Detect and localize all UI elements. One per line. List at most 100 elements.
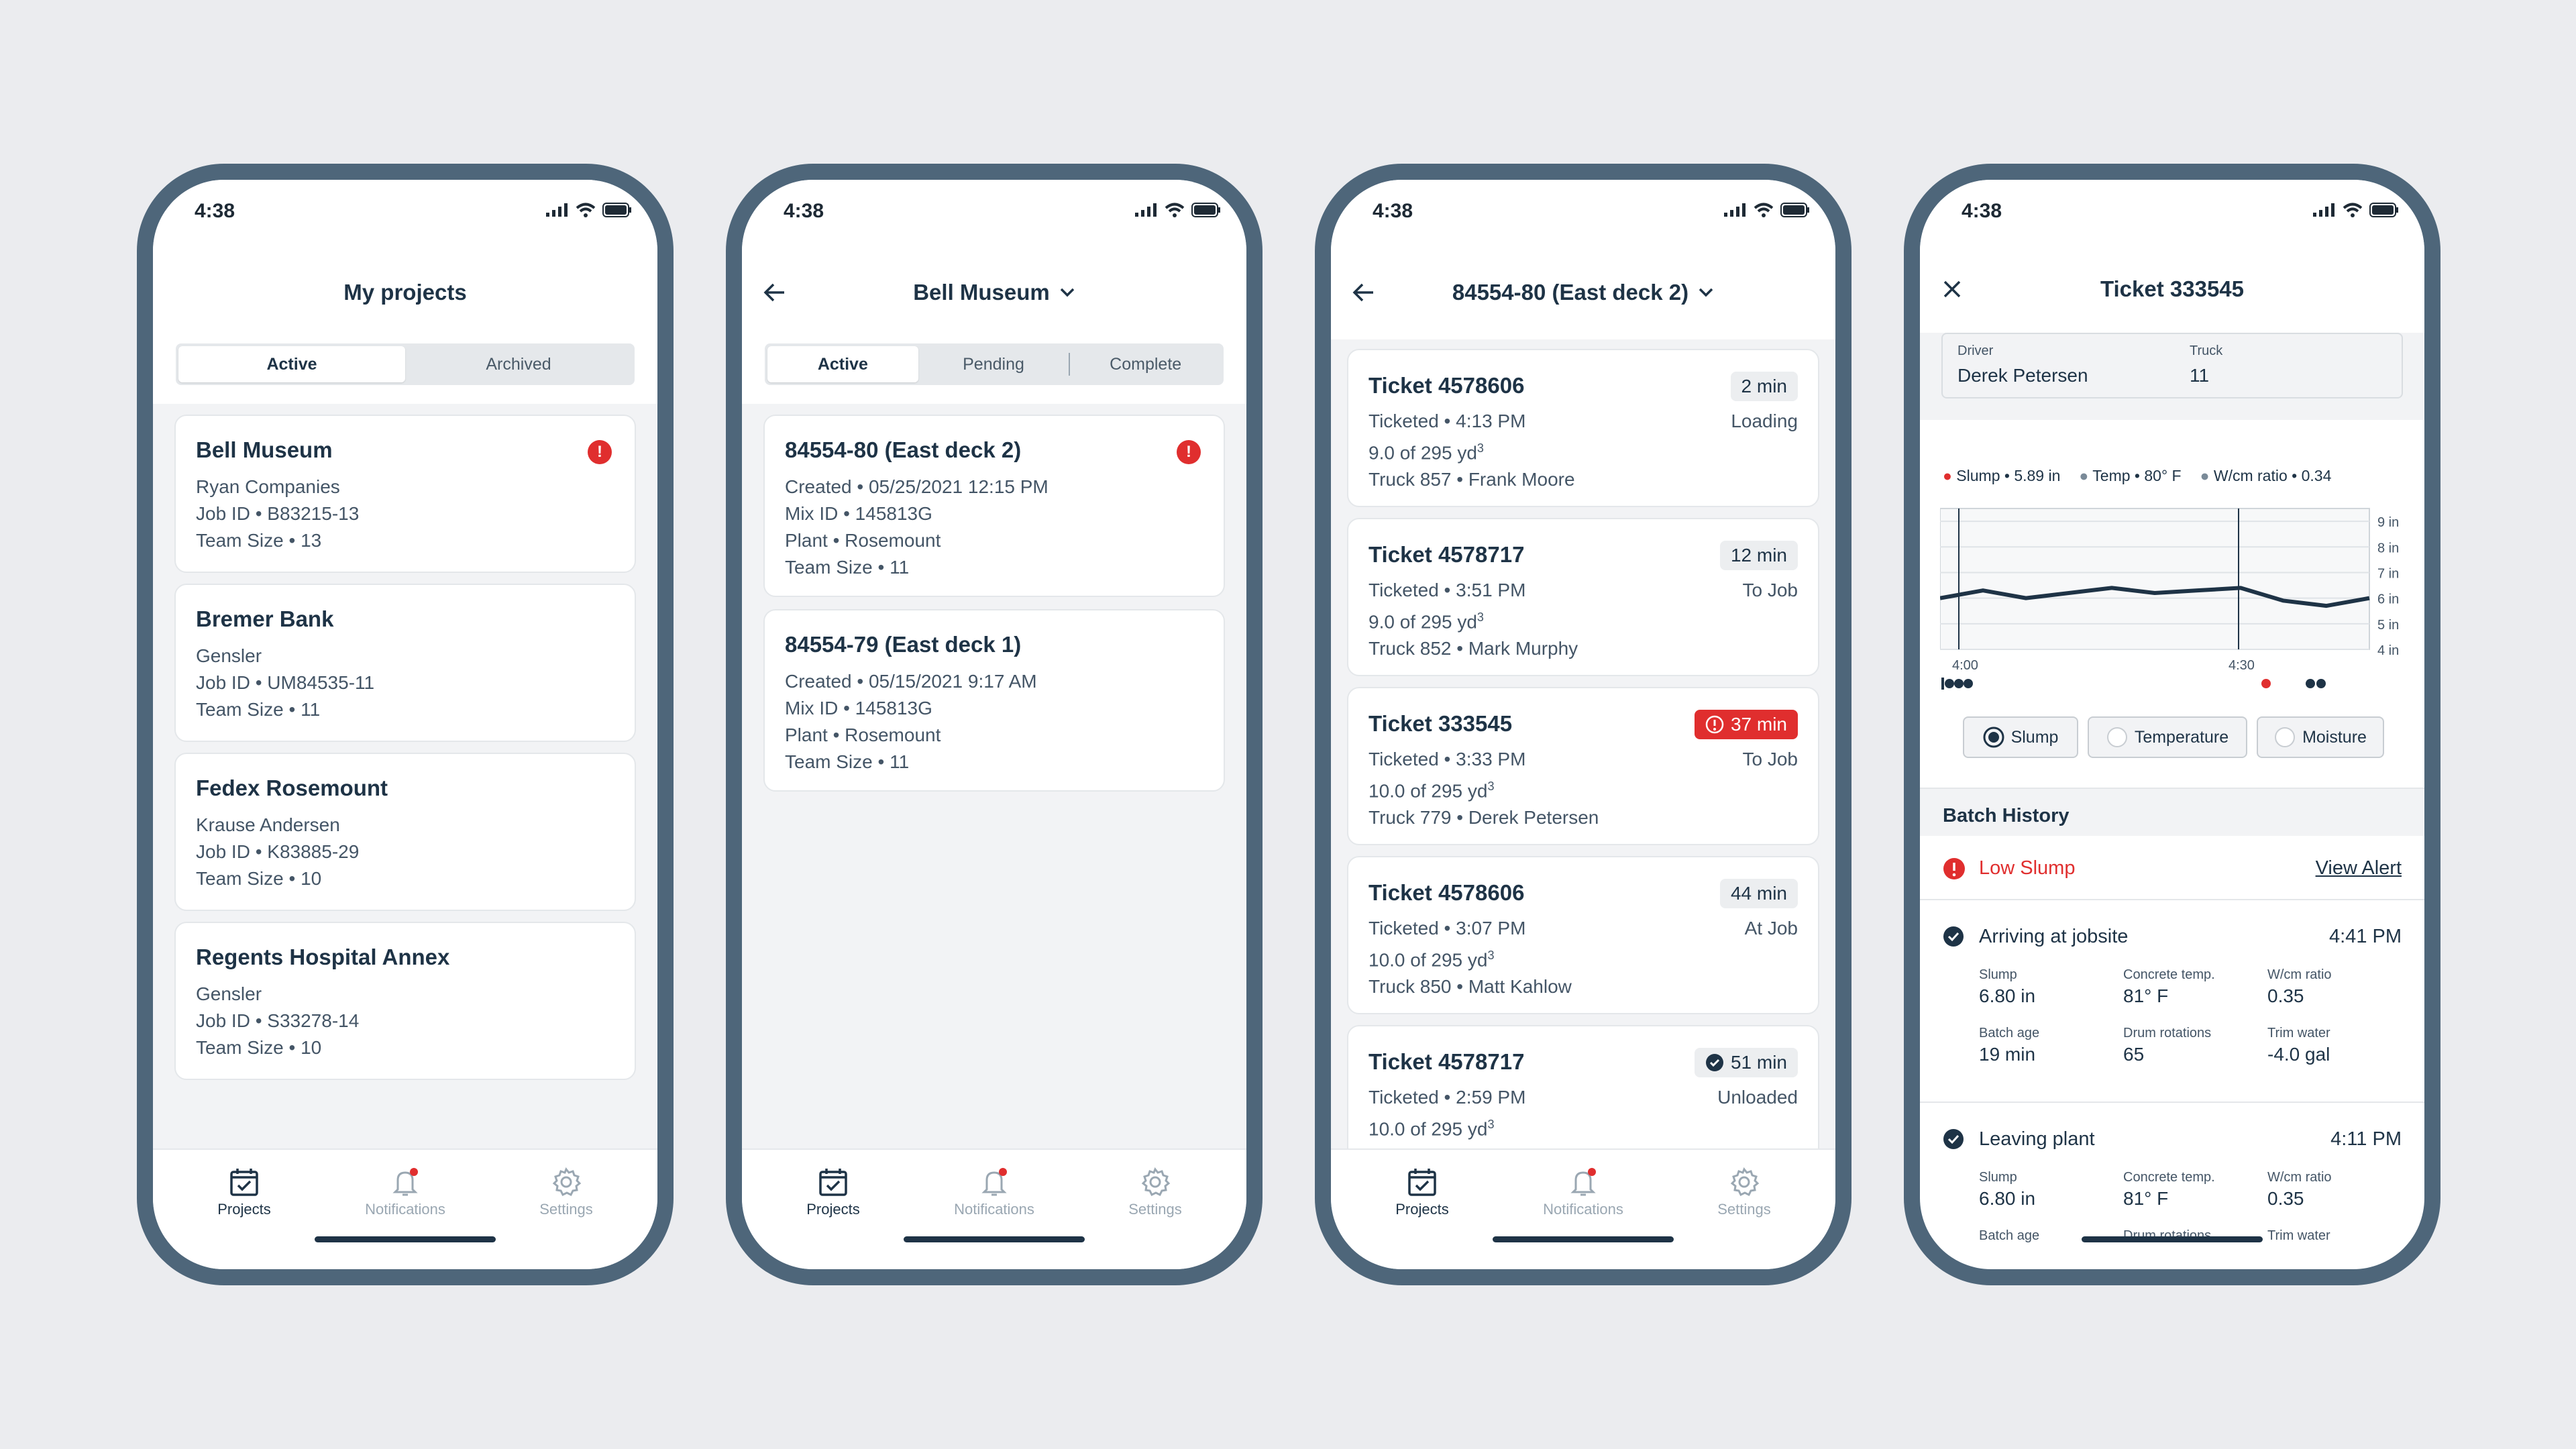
ticket-card[interactable]: Ticket 4578717 Ticketed • 3:51 PM 9.0 of…	[1347, 518, 1819, 676]
tab-notifications[interactable]: Notifications	[947, 1163, 1041, 1218]
page-title: 84554-80 (East deck 2)	[1452, 280, 1689, 305]
status-bar: 4:38	[742, 180, 1246, 246]
check-circle-icon	[1943, 1129, 1964, 1149]
project-company: Gensler	[196, 983, 262, 1004]
tab-pending[interactable]: Pending	[918, 346, 1069, 382]
screen: 4:38 84554-80 (East deck 2) Ticket 45786…	[1331, 180, 1835, 1269]
truck-label: Truck	[2190, 343, 2223, 358]
metric-value: 65	[2123, 1044, 2145, 1065]
project-job-id: Job ID • K83885-29	[196, 841, 360, 862]
chart-y-tick-label: 5 in	[2377, 618, 2399, 633]
tab-projects[interactable]: Projects	[786, 1163, 880, 1218]
tab-notifications-label: Notifications	[1543, 1201, 1623, 1218]
ticket-quantity-value: 9.0 of 295 yd	[1368, 611, 1477, 633]
order-mix-id: Mix ID • 145813G	[785, 698, 932, 718]
gear-icon	[1730, 1167, 1760, 1197]
alert-label: Low Slump	[1979, 857, 2076, 879]
project-card[interactable]: Fedex Rosemount Krause Andersen Job ID •…	[174, 753, 636, 911]
alert-icon	[1705, 715, 1724, 734]
ticket-card[interactable]: Ticket 4578606 Ticketed • 3:07 PM 10.0 o…	[1347, 856, 1819, 1014]
phone-tickets: 4:38 84554-80 (East deck 2) Ticket 45786…	[1315, 164, 1851, 1285]
back-arrow-icon[interactable]	[758, 276, 790, 309]
toggle-moisture[interactable]: Moisture	[2257, 716, 2384, 758]
project-card[interactable]: Bell Museum Ryan Companies Job ID • B832…	[174, 415, 636, 573]
ticket-quantity: 9.0 of 295 yd3	[1368, 604, 1798, 635]
project-name: Bremer Bank	[196, 606, 334, 631]
order-card[interactable]: 84554-79 (East deck 1) Created • 05/15/2…	[763, 609, 1225, 792]
status-icons	[1724, 203, 1810, 217]
chart-y-tick-label: 8 in	[2377, 541, 2399, 555]
order-plant: Plant • Rosemount	[785, 530, 941, 551]
ticket-card[interactable]: Ticket 333545 Ticketed • 3:33 PM 10.0 of…	[1347, 687, 1819, 845]
signal-icon	[1724, 203, 1746, 217]
tab-projects[interactable]: Projects	[197, 1163, 291, 1218]
ticket-truck: Truck 779 • Derek Petersen	[1368, 807, 1599, 828]
ticket-truck: Truck 850 • Matt Kahlow	[1368, 976, 1572, 998]
toggle-temperature[interactable]: Temperature	[2088, 716, 2247, 758]
toggle-slump[interactable]: Slump	[1963, 716, 2078, 758]
gear-icon	[1141, 1167, 1171, 1197]
tab-notifications-label: Notifications	[954, 1201, 1034, 1218]
header: 84554-80 (East deck 2)	[1331, 246, 1835, 339]
chart-x-tick-label: 4:00	[1952, 658, 1978, 673]
view-alert-link[interactable]: View Alert	[2316, 857, 2402, 879]
tab-notifications[interactable]: Notifications	[358, 1163, 452, 1218]
tab-settings[interactable]: Settings	[519, 1163, 613, 1218]
tab-settings[interactable]: Settings	[1697, 1163, 1791, 1218]
project-job-id: Job ID • S33278-14	[196, 1010, 360, 1031]
alert-icon: !	[588, 440, 612, 464]
status-time: 4:38	[1962, 200, 2002, 222]
metric: Batch age 19 min	[1979, 1026, 2123, 1065]
chart-y-tick-label: 6 in	[2377, 592, 2399, 607]
home-indicator	[2082, 1236, 2263, 1242]
chart-event-dot	[2316, 679, 2326, 688]
tab-active[interactable]: Active	[178, 346, 405, 382]
tab-projects-label: Projects	[806, 1201, 860, 1218]
truck-number: 11	[2190, 365, 2210, 386]
screen: 4:38 Bell Museum Active Pending Complete…	[742, 180, 1246, 1269]
tab-archived[interactable]: Archived	[405, 346, 632, 382]
status-icons	[1135, 203, 1221, 217]
radio-empty-icon	[2106, 727, 2127, 747]
project-title-dropdown[interactable]: Bell Museum	[913, 280, 1075, 305]
order-name: 84554-80 (East deck 2)	[785, 437, 1022, 462]
event-time: 4:11 PM	[2330, 1128, 2402, 1150]
order-card[interactable]: 84554-80 (East deck 2) Created • 05/25/2…	[763, 415, 1225, 597]
driver-box: Driver Derek Petersen Truck 11	[1941, 333, 2403, 398]
tab-projects[interactable]: Projects	[1375, 1163, 1469, 1218]
project-card[interactable]: Regents Hospital Annex Gensler Job ID • …	[174, 922, 636, 1080]
project-company: Gensler	[196, 645, 262, 666]
tab-active[interactable]: Active	[767, 346, 918, 382]
chart-event-dot	[2306, 679, 2315, 688]
calendar-check-icon	[230, 1169, 258, 1196]
project-card[interactable]: Bremer Bank Gensler Job ID • UM84535-11 …	[174, 584, 636, 742]
metric-label: W/cm ratio	[2267, 967, 2332, 982]
screen: 4:38 My projects Active Archived Bell Mu…	[153, 180, 657, 1269]
metric: Trim water -4.0 gal	[2267, 1026, 2412, 1065]
wifi-icon	[2343, 203, 2363, 217]
ticket-elapsed: 51 min	[1730, 1052, 1787, 1073]
project-team-size: Team Size • 11	[196, 699, 321, 720]
wifi-icon	[576, 203, 596, 217]
status-bar: 4:38	[1920, 180, 2424, 246]
event-metrics: Slump 6.80 in Concrete temp. 81° F W/cm ra…	[1979, 967, 2422, 1065]
ticket-truck: Truck 857 • Frank Moore	[1368, 469, 1575, 490]
phone-bell-museum: 4:38 Bell Museum Active Pending Complete…	[726, 164, 1263, 1285]
tab-settings[interactable]: Settings	[1108, 1163, 1202, 1218]
ticket-elapsed: 2 min	[1741, 376, 1787, 396]
metric-value: -4.0 gal	[2267, 1044, 2330, 1065]
order-created: Created • 05/25/2021 12:15 PM	[785, 476, 1049, 497]
tab-notifications[interactable]: Notifications	[1536, 1163, 1630, 1218]
phone-ticket-detail: 4:38 Ticket 333545 Driver Derek Petersen…	[1904, 164, 2440, 1285]
chart-toggle-group: Slump Temperature Moisture	[1963, 716, 2384, 758]
toggle-slump-label: Slump	[2010, 727, 2059, 747]
close-icon[interactable]	[1936, 273, 1968, 305]
metric-label: Drum rotations	[2123, 1026, 2212, 1040]
order-title-dropdown[interactable]: 84554-80 (East deck 2)	[1452, 280, 1714, 305]
status-bar: 4:38	[153, 180, 657, 246]
ticket-card[interactable]: Ticket 4578606 Ticketed • 4:13 PM 9.0 of…	[1347, 349, 1819, 507]
driver-label: Driver	[1957, 343, 1994, 358]
back-arrow-icon[interactable]	[1347, 276, 1379, 309]
tab-complete[interactable]: Complete	[1069, 353, 1221, 376]
radio-empty-icon	[2275, 727, 2296, 747]
